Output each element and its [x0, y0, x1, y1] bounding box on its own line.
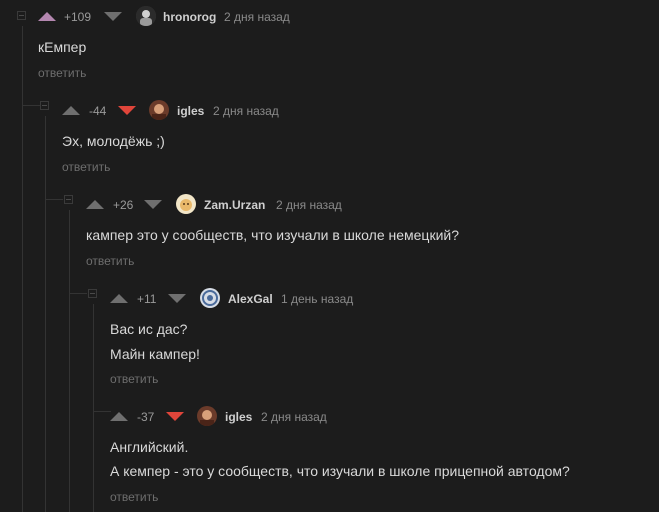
thread-line [22, 26, 23, 512]
comment-username[interactable]: Zam.Urzan [204, 198, 265, 212]
reply-link[interactable]: ответить [110, 490, 158, 504]
thread-line [69, 210, 70, 512]
avatar-image [149, 100, 169, 120]
reply-link[interactable]: ответить [62, 160, 110, 174]
comment-timestamp: 1 день назад [281, 292, 354, 306]
user-avatar[interactable] [197, 406, 217, 426]
collapse-toggle[interactable] [40, 101, 49, 110]
collapse-toggle[interactable] [64, 195, 73, 204]
collapse-toggle[interactable] [88, 289, 97, 298]
comment-timestamp: 2 дня назад [213, 104, 279, 118]
upvote-arrow-icon[interactable] [86, 200, 104, 209]
comment-score: +11 [137, 292, 157, 306]
comment-text: Эх, молодёжь ;) [62, 133, 165, 149]
upvote-arrow-icon[interactable] [62, 106, 80, 115]
reply-link[interactable]: ответить [86, 254, 134, 268]
comment-text: кампер это у сообществ, что изучали в шк… [86, 227, 459, 243]
comment-username[interactable]: AlexGal [228, 292, 273, 306]
downvote-arrow-icon[interactable] [104, 12, 122, 21]
reply-link[interactable]: ответить [110, 372, 158, 386]
comment-score: +109 [64, 10, 92, 24]
avatar-image [200, 288, 220, 308]
comment-username[interactable]: hronorog [163, 10, 216, 24]
user-avatar[interactable] [149, 100, 169, 120]
user-avatar[interactable] [136, 6, 156, 26]
comment-username[interactable]: igles [225, 410, 252, 424]
user-avatar[interactable] [176, 194, 196, 214]
comment-text-line: Вас ис дас? [110, 321, 188, 337]
thread-connector [22, 105, 40, 106]
thread-line [93, 304, 94, 512]
thread-connector [93, 411, 111, 412]
downvote-arrow-icon[interactable] [168, 294, 186, 303]
comment-text-line: А кемпер - это у сообществ, что изучали … [110, 463, 570, 479]
comment-timestamp: 2 дня назад [224, 10, 290, 24]
downvote-arrow-icon[interactable] [166, 412, 184, 421]
reply-link[interactable]: ответить [38, 66, 86, 80]
comment-score: -44 [89, 104, 107, 118]
avatar-image [197, 406, 217, 426]
thread-line [45, 116, 46, 512]
avatar-image [176, 194, 196, 214]
upvote-arrow-icon[interactable] [110, 412, 128, 421]
upvote-arrow-icon[interactable] [110, 294, 128, 303]
thread-connector [69, 293, 87, 294]
comment-timestamp: 2 дня назад [276, 198, 342, 212]
downvote-arrow-icon[interactable] [144, 200, 162, 209]
user-avatar[interactable] [200, 288, 220, 308]
collapse-toggle[interactable] [17, 11, 26, 20]
upvote-arrow-icon[interactable] [38, 12, 56, 21]
downvote-arrow-icon[interactable] [118, 106, 136, 115]
comment-score: -37 [137, 410, 155, 424]
thread-connector [45, 199, 63, 200]
comment-score: +26 [113, 198, 134, 212]
comment-text-line: Майн кампер! [110, 346, 200, 362]
comment-text: кЕмпер [38, 39, 87, 55]
comment-username[interactable]: igles [177, 104, 204, 118]
comment-timestamp: 2 дня назад [261, 410, 327, 424]
avatar-image [136, 6, 156, 26]
comment-text-line: Английский. [110, 439, 189, 455]
